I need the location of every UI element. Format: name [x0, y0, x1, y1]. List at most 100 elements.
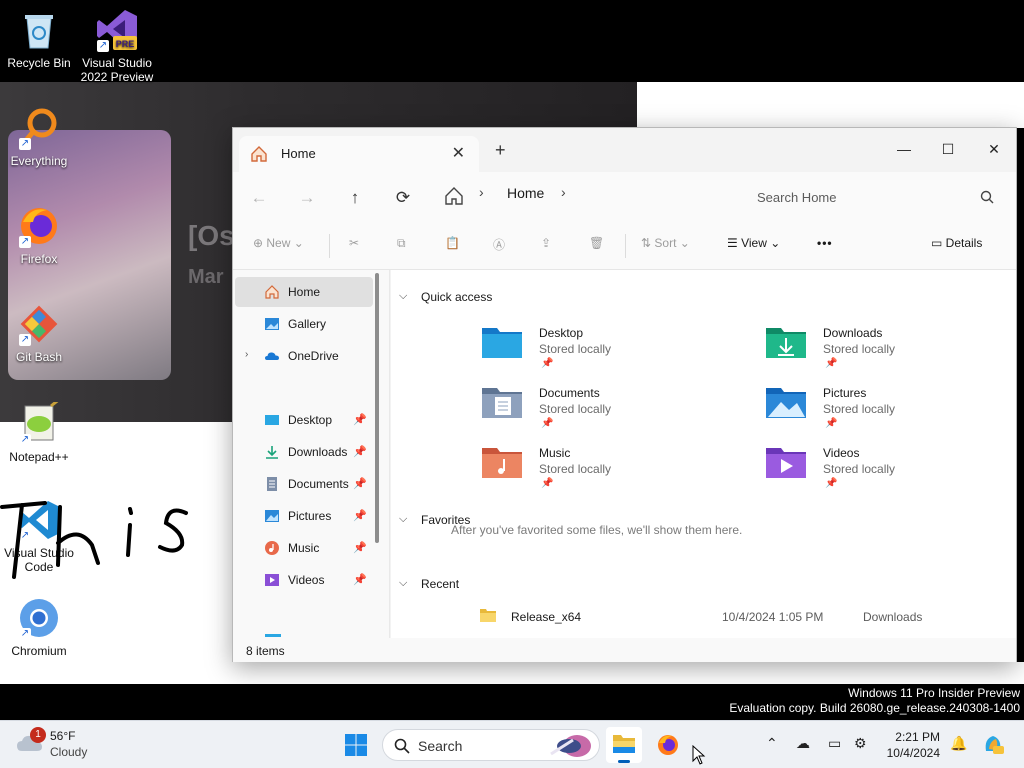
sidebar-item-music[interactable]: Music 📌	[235, 533, 373, 563]
sidebar-item-label: Videos	[288, 573, 325, 587]
chevron-up-icon[interactable]: ⌃	[766, 735, 778, 752]
sidebar-item-desktop[interactable]: Desktop 📌	[235, 405, 373, 435]
pin-icon: 📌	[825, 418, 838, 429]
favorites-empty-message: After you've favorited some files, we'll…	[451, 523, 743, 537]
weather-widget[interactable]: 1 56°F Cloudy	[16, 727, 126, 763]
desktop-icon-git-bash[interactable]: ↗ Git Bash	[1, 302, 77, 364]
desktop-icon-label: Everything	[10, 154, 68, 168]
view-label: View	[741, 236, 767, 250]
sidebar-item-label: Home	[288, 285, 321, 299]
music-icon	[265, 541, 279, 555]
sidebar-item-onedrive[interactable]: › OneDrive	[235, 341, 373, 371]
document-icon	[267, 477, 277, 491]
desktop-icon-label: Notepad++	[9, 450, 69, 464]
desktop-icon-label: 2022 Preview	[80, 70, 154, 84]
desktop-icon-recycle-bin[interactable]: Recycle Bin	[1, 8, 77, 70]
onedrive-offline-icon[interactable]: ☁	[796, 735, 810, 752]
pin-icon: 📌	[353, 414, 367, 426]
maximize-button[interactable]: ☐	[925, 134, 971, 164]
pictures-folder-icon	[766, 388, 806, 418]
desktop-icon-notepad-plus-plus[interactable]: ↗ Notepad++	[1, 396, 77, 464]
taskbar-firefox[interactable]	[650, 727, 686, 763]
close-tab-button[interactable]: ✕	[452, 143, 465, 163]
new-button[interactable]: ⊕ New ⌄	[253, 236, 304, 250]
desktop-icon-visual-studio-2022-preview[interactable]: PRE ↗ Visual Studio 2022 Preview	[79, 8, 155, 84]
quick-access-item[interactable]: Videos Stored locally 📌	[765, 444, 985, 500]
back-button[interactable]: ←	[245, 184, 273, 212]
sidebar-item-pictures[interactable]: Pictures 📌	[235, 501, 373, 531]
item-status: Stored locally	[539, 462, 612, 476]
quick-access-item[interactable]: Music Stored locally 📌	[481, 444, 701, 500]
desktop-icon-firefox[interactable]: ↗ Firefox	[1, 204, 77, 266]
sidebar-item-label: Music	[288, 541, 320, 555]
recent-file-row[interactable]: Release_x64 10/4/2024 1:05 PM Downloads	[479, 604, 1009, 630]
desktop-icon-label: Visual Studio	[82, 56, 152, 70]
copy-icon[interactable]: ⧉	[397, 236, 406, 251]
network-icon[interactable]: ⚙	[854, 735, 867, 752]
sidebar-item-downloads[interactable]: Downloads 📌	[235, 437, 373, 467]
search-input[interactable]: Search Home	[743, 180, 1005, 214]
shortcut-arrow-icon: ↗	[97, 40, 109, 52]
breadcrumb-chevron-icon[interactable]: ›	[479, 184, 484, 200]
section-header-quick-access[interactable]: ⌵ Quick access	[399, 290, 492, 304]
breadcrumb-chevron-icon[interactable]: ›	[561, 184, 566, 200]
up-button[interactable]: ↑	[341, 184, 369, 212]
nav-scrollbar[interactable]	[375, 273, 381, 543]
shortcut-arrow-icon: ↗	[19, 628, 31, 640]
minimize-button[interactable]: —	[881, 134, 927, 164]
sidebar-item-videos[interactable]: Videos 📌	[235, 565, 373, 595]
divider	[329, 234, 330, 258]
search-icon	[394, 738, 410, 754]
folder-icon	[480, 609, 496, 622]
sidebar-item-documents[interactable]: Documents 📌	[235, 469, 373, 499]
pin-icon: 📌	[353, 542, 367, 554]
quick-access-item[interactable]: Documents Stored locally 📌	[481, 384, 701, 440]
pin-icon: 📌	[541, 418, 554, 429]
refresh-button[interactable]: ⟳	[389, 184, 417, 212]
desktop-icon-chromium[interactable]: ↗ Chromium	[1, 596, 77, 658]
start-button[interactable]	[344, 733, 368, 757]
sidebar-item-label: Pictures	[288, 509, 332, 523]
pin-icon: 📌	[353, 574, 367, 586]
desktop-icon-label: Git Bash	[15, 350, 63, 364]
bell-icon[interactable]: 🔔	[950, 735, 967, 752]
system-clock[interactable]: 2:21 PM 10/4/2024	[882, 729, 940, 761]
rename-icon[interactable]: Ⓐ	[493, 236, 505, 253]
breadcrumb[interactable]: Home	[507, 185, 544, 201]
cut-icon[interactable]: ✂	[349, 236, 359, 250]
view-button[interactable]: ☰ View ⌄	[727, 236, 780, 250]
item-status: Stored locally	[823, 402, 896, 416]
chevron-down-icon[interactable]: ⌵	[399, 290, 407, 303]
sidebar-item-gallery[interactable]: Gallery	[235, 309, 373, 339]
chevron-down-icon[interactable]: ⌵	[399, 513, 407, 526]
tab-home[interactable]: Home ✕	[239, 136, 479, 172]
notification-badge: 1	[30, 727, 46, 743]
sort-button[interactable]: ⇅ Sort ⌄	[641, 236, 690, 250]
paste-icon[interactable]: 📋	[445, 236, 460, 250]
item-count: 8 items	[246, 644, 285, 658]
desktop-icon-everything[interactable]: ↗ Everything	[1, 106, 77, 168]
close-window-button[interactable]: ✕	[971, 134, 1017, 164]
new-tab-button[interactable]: +	[495, 140, 506, 161]
copilot-icon[interactable]	[982, 733, 1004, 755]
chevron-right-icon[interactable]: ›	[245, 349, 248, 360]
quick-access-item[interactable]: Pictures Stored locally 📌	[765, 384, 985, 440]
quick-access-item[interactable]: Downloads Stored locally 📌	[765, 324, 985, 380]
desktop-icon-label: Recycle Bin	[7, 56, 71, 70]
home-breadcrumb-icon[interactable]	[443, 185, 465, 207]
sidebar-item-home[interactable]: Home	[235, 277, 373, 307]
delete-icon[interactable]: 🗑	[589, 236, 604, 250]
quick-access-item[interactable]: Desktop Stored locally 📌	[481, 324, 701, 380]
forward-button[interactable]: →	[293, 184, 321, 212]
taskbar-search-box[interactable]: Search	[382, 729, 600, 761]
chevron-down-icon[interactable]: ⌵	[399, 577, 407, 590]
taskbar-file-explorer[interactable]	[606, 727, 642, 763]
details-button[interactable]: ▭ Details	[931, 236, 982, 250]
more-options-button[interactable]: •••	[817, 236, 833, 250]
section-header-recent[interactable]: ⌵ Recent	[399, 577, 459, 591]
sidebar-item-label: Documents	[288, 477, 349, 491]
scrollbar-thumb[interactable]	[375, 273, 379, 543]
display-icon[interactable]: ▭	[828, 735, 841, 752]
share-icon[interactable]: ⇪	[541, 236, 551, 250]
videos-folder-icon	[766, 448, 806, 478]
